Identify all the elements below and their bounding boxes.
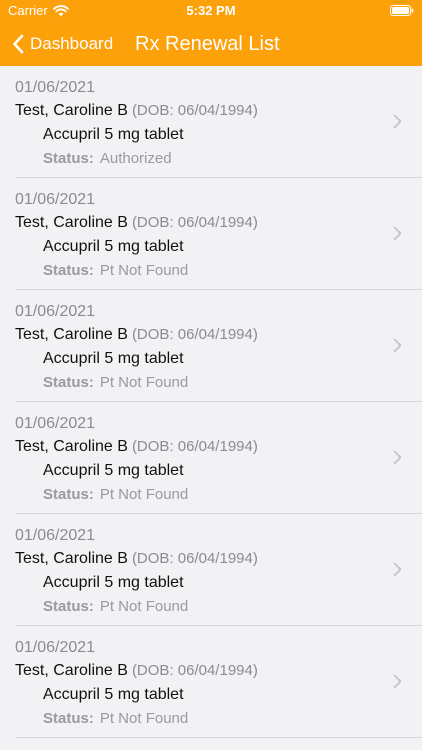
list-item[interactable]: 01/06/2021 Test, Caroline B (DOB: 06/04/1… [0,514,422,626]
status-line: Status: Pt Not Found [43,374,188,391]
chevron-right-icon [393,338,402,353]
patient-line: Test, Caroline B (DOB: 06/04/1994) [15,438,258,456]
patient-dob: (DOB: 06/04/1994) [131,550,258,567]
patient-line: Test, Caroline B (DOB: 06/04/1994) [15,214,258,232]
status-line: Status: Pt Not Found [43,598,188,615]
renewal-date: 01/06/2021 [15,303,96,320]
patient-line: Test, Caroline B (DOB: 06/04/1994) [15,102,258,120]
medication-name: Accupril 5 mg tablet [43,462,184,479]
patient-dob: (DOB: 06/04/1994) [131,326,258,343]
chevron-left-icon [13,34,24,54]
patient-name: Test, Caroline B [15,326,128,343]
status-value: Pt Not Found [99,598,189,615]
status-label: Status: [43,374,94,391]
chevron-right-icon [393,450,402,465]
medication-name: Accupril 5 mg tablet [43,238,184,255]
patient-dob: (DOB: 06/04/1994) [131,438,258,455]
list-item[interactable]: 01/06/2021 Test, Caroline B (DOB: 06/04/1… [0,66,422,178]
status-line: Status: Pt Not Found [43,710,188,727]
patient-name: Test, Caroline B [15,102,128,119]
battery-icon [390,5,414,16]
renewal-date: 01/06/2021 [15,639,96,656]
renewal-date: 01/06/2021 [15,415,96,432]
patient-dob: (DOB: 06/04/1994) [131,102,258,119]
patient-name: Test, Caroline B [15,438,128,455]
navigation-bar: Dashboard Rx Renewal List [0,22,422,66]
patient-name: Test, Caroline B [15,214,128,231]
status-value: Pt Not Found [99,710,189,727]
list-item[interactable]: 01/06/2021 Test, Caroline B (DOB: 06/04/1… [0,402,422,514]
chevron-right-icon [393,114,402,129]
status-label: Status: [43,598,94,615]
patient-name: Test, Caroline B [15,550,128,567]
medication-name: Accupril 5 mg tablet [43,126,184,143]
patient-name: Test, Caroline B [15,662,128,679]
status-label: Status: [43,710,94,727]
renewal-date: 01/06/2021 [15,527,96,544]
status-value: Pt Not Found [99,374,189,391]
chevron-right-icon [393,674,402,689]
medication-name: Accupril 5 mg tablet [43,686,184,703]
renewal-date: 01/06/2021 [15,191,96,208]
list-item[interactable]: 01/06/2021 Test, Caroline B (DOB: 06/04/1… [0,626,422,738]
patient-dob: (DOB: 06/04/1994) [131,662,258,679]
back-button[interactable]: Dashboard [12,30,113,58]
patient-line: Test, Caroline B (DOB: 06/04/1994) [15,326,258,344]
status-line: Status: Authorized [43,150,172,167]
header: Carrier 5:32 PM Dashboard Rx Renewal Lis… [0,0,422,66]
status-value: Authorized [99,150,172,167]
status-line: Status: Pt Not Found [43,262,188,279]
status-label: Status: [43,262,94,279]
status-time: 5:32 PM [186,3,236,18]
rx-renewal-list[interactable]: 01/06/2021 Test, Caroline B (DOB: 06/04/1… [0,66,422,750]
status-bar: Carrier 5:32 PM [0,0,422,22]
status-label: Status: [43,486,94,503]
list-item[interactable]: 01/06/2021 Test, Caroline B (DOB: 06/04/1… [0,178,422,290]
app-screen: Carrier 5:32 PM Dashboard Rx Renewal Lis… [0,0,422,750]
back-button-label: Dashboard [30,34,114,53]
medication-name: Accupril 5 mg tablet [43,574,184,591]
status-value: Pt Not Found [99,262,189,279]
chevron-right-icon [393,226,402,241]
medication-name: Accupril 5 mg tablet [43,350,184,367]
patient-dob: (DOB: 06/04/1994) [131,214,258,231]
patient-line: Test, Caroline B (DOB: 06/04/1994) [15,662,258,680]
patient-line: Test, Caroline B (DOB: 06/04/1994) [15,550,258,568]
list-item[interactable]: 01/06/2021 Test, Caroline B (DOB: 06/04/1… [0,290,422,402]
renewal-date: 01/06/2021 [15,79,96,96]
status-line: Status: Pt Not Found [43,486,188,503]
status-value: Pt Not Found [99,486,189,503]
status-label: Status: [43,150,94,167]
chevron-right-icon [393,562,402,577]
page-title: Rx Renewal List [135,33,280,55]
